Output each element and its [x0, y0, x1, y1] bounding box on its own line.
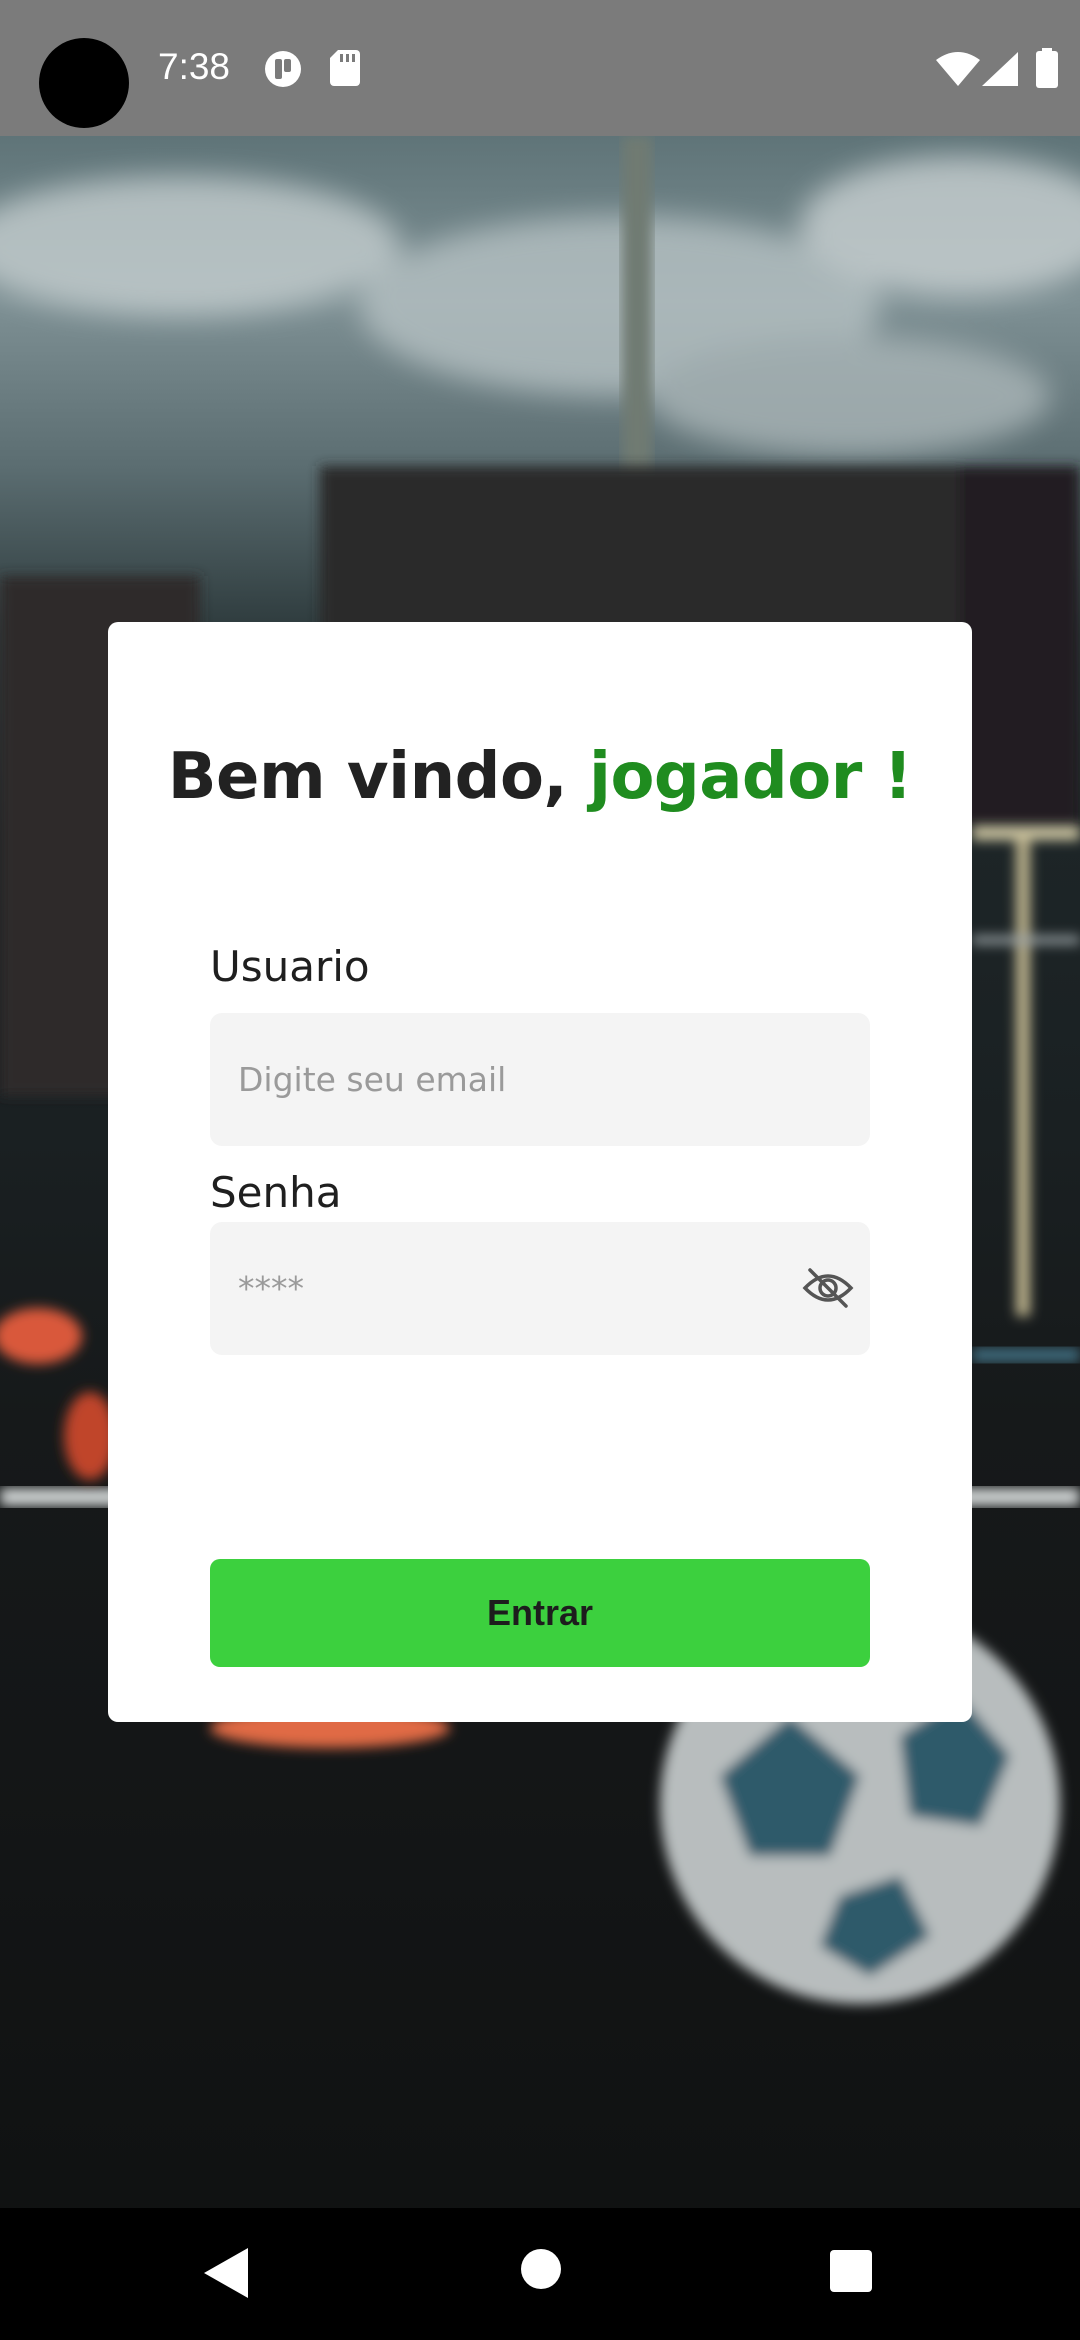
wifi-icon [936, 52, 980, 86]
battery-icon [1036, 48, 1058, 88]
user-input-box [210, 1013, 870, 1146]
signal-icon [982, 52, 1018, 86]
status-bar: 7:38 [0, 0, 1080, 136]
navigation-bar [0, 2208, 1080, 2340]
welcome-title-accent: jogador ! [589, 740, 913, 814]
sd-card-icon [330, 50, 360, 86]
password-input-box [210, 1222, 870, 1355]
back-icon[interactable] [204, 2248, 248, 2298]
login-card: Bem vindo, jogador ! Usuario Senha Entra… [108, 622, 972, 1722]
login-button[interactable]: Entrar [210, 1559, 870, 1667]
email-field[interactable] [210, 1013, 870, 1146]
notification-icon [264, 50, 302, 88]
eye-off-icon[interactable] [802, 1266, 854, 1310]
welcome-title-prefix: Bem vindo, [167, 740, 590, 814]
recents-icon[interactable] [830, 2250, 872, 2292]
user-label: Usuario [210, 942, 370, 991]
password-field[interactable] [210, 1222, 870, 1355]
home-icon[interactable] [520, 2248, 562, 2290]
welcome-title: Bem vindo, jogador ! [108, 740, 972, 814]
status-time: 7:38 [158, 46, 231, 87]
login-screen: 7:38 Bem vindo, jogador ! Usuario Digite… [0, 0, 1080, 2340]
password-label: Senha [210, 1168, 342, 1217]
camera-cutout [39, 38, 129, 128]
